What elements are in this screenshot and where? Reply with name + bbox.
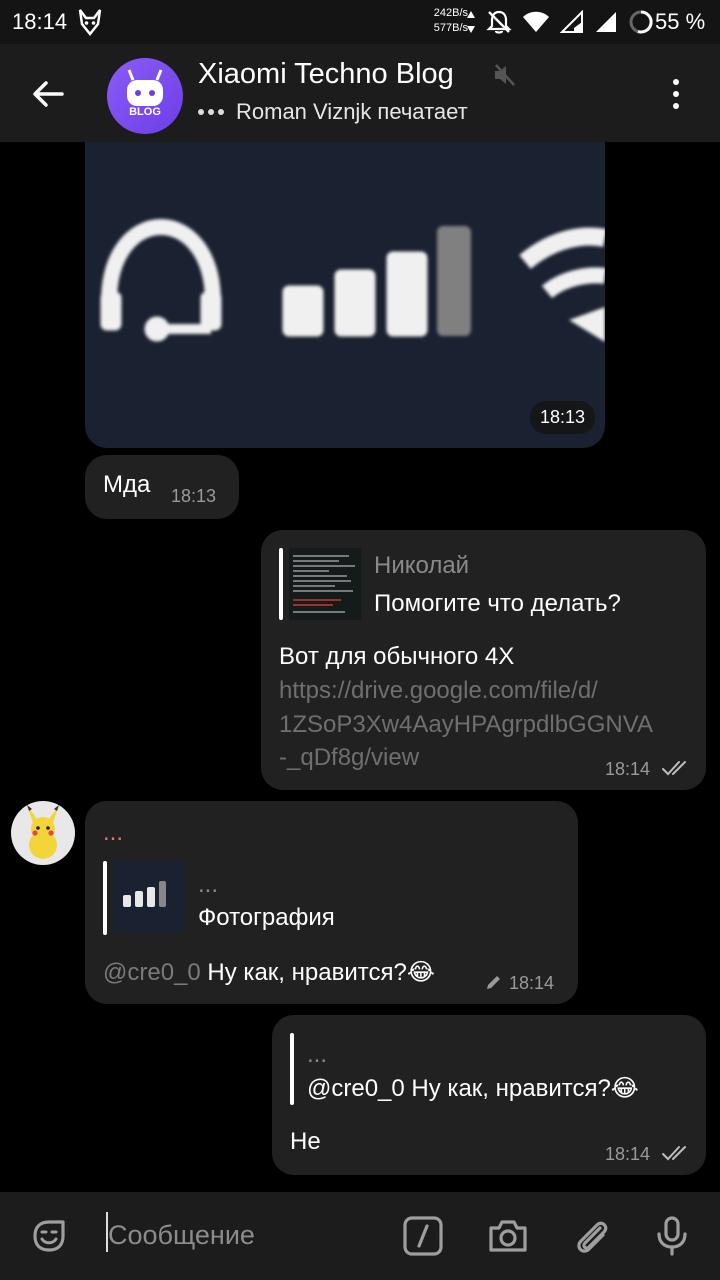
pikachu-avatar-icon bbox=[27, 805, 59, 859]
terminal-image bbox=[293, 555, 355, 613]
chat-header: BLOG Xiaomi Techno Blog Roman Viznjk печ… bbox=[0, 44, 720, 142]
status-icons bbox=[466, 8, 654, 36]
battery-ring-icon bbox=[629, 10, 653, 34]
photo-message[interactable]: 18:13 bbox=[85, 142, 605, 448]
photo-thumb-icon bbox=[123, 881, 166, 907]
reply-author: ... bbox=[198, 871, 219, 898]
avatar-label: BLOG bbox=[129, 106, 161, 118]
camera-icon[interactable] bbox=[486, 1214, 530, 1258]
typing-status: Roman Viznjk печатает bbox=[198, 99, 468, 125]
laughing-emoji: 😂 bbox=[610, 1075, 639, 1102]
message-time: 18:14 bbox=[605, 759, 651, 779]
message-outgoing-last[interactable]: ... @cre0_0 Ну как, нравится?😂 Не 18:14 bbox=[272, 1015, 706, 1175]
double-check-icon bbox=[662, 761, 686, 776]
pencil-icon bbox=[487, 976, 500, 989]
chat-title[interactable]: Xiaomi Techno Blog bbox=[198, 58, 454, 91]
battery-percent: 55 % bbox=[655, 9, 706, 34]
reply-quote-text: @cre0_0 Ну как, нравится? bbox=[307, 1075, 611, 1102]
message-outgoing-link[interactable]: Николай Помогите что делать? Вот для обы… bbox=[261, 530, 706, 790]
status-bar: 18:14 242B/s 577B/s 55 % bbox=[0, 0, 720, 44]
more-vert-icon[interactable] bbox=[664, 74, 688, 114]
reply-bar bbox=[290, 1033, 294, 1105]
reply-thumbnail bbox=[289, 548, 361, 620]
drive-link-3[interactable]: -_qDf8g/view bbox=[279, 744, 419, 772]
typing-text: Roman Viznjk печатает bbox=[236, 99, 468, 124]
photo-image bbox=[100, 219, 605, 342]
network-speed: 242B/s 577B/s bbox=[420, 6, 468, 36]
message-text: Не bbox=[290, 1128, 321, 1155]
mute-icon bbox=[495, 64, 515, 86]
message-time: 18:13 bbox=[171, 486, 217, 506]
sender-avatar[interactable] bbox=[11, 801, 75, 865]
bell-off-icon bbox=[486, 10, 512, 34]
message-input-bar bbox=[0, 1192, 720, 1280]
speed-down: 577B/s bbox=[433, 22, 468, 34]
message-mda[interactable]: Мда 18:13 bbox=[85, 455, 239, 519]
message-time: 18:14 bbox=[605, 1144, 651, 1164]
reply-bar bbox=[279, 548, 283, 620]
status-time: 18:14 bbox=[12, 9, 68, 34]
reply-author: Николай bbox=[374, 552, 470, 579]
message-input[interactable] bbox=[108, 1220, 388, 1251]
updown-arrows-icon bbox=[467, 11, 475, 33]
reply-text: @cre0_0 Ну как, нравится?😂 bbox=[307, 1074, 639, 1103]
message-text: Ну как, нравится? bbox=[207, 959, 407, 986]
typing-dots-icon bbox=[198, 109, 224, 115]
drive-link-2[interactable]: 1ZSoP3Xw4AayHPAgrpdlbGGNVA bbox=[279, 711, 653, 739]
laughing-emoji: 😂 bbox=[406, 959, 435, 986]
blog-logo-icon bbox=[127, 69, 163, 106]
back-arrow-icon[interactable] bbox=[28, 74, 68, 114]
reply-bar bbox=[103, 861, 107, 935]
wifi-icon bbox=[523, 11, 549, 32]
photo-time: 18:13 bbox=[529, 401, 595, 434]
reply-author: ... bbox=[307, 1041, 328, 1068]
mic-icon[interactable] bbox=[650, 1214, 694, 1258]
signal-icon bbox=[560, 10, 583, 33]
mention[interactable]: @cre0_0 bbox=[103, 959, 201, 986]
signal-icon-2 bbox=[596, 12, 616, 32]
message-text: Вот для обычного 4X bbox=[279, 643, 515, 670]
chat-avatar[interactable]: BLOG bbox=[107, 58, 183, 134]
attach-icon[interactable] bbox=[570, 1214, 614, 1258]
drive-link[interactable]: https://drive.google.com/file/d/ bbox=[279, 677, 598, 705]
reply-thumbnail bbox=[113, 861, 185, 933]
speed-up: 242B/s bbox=[433, 7, 468, 19]
fox-icon bbox=[78, 9, 102, 36]
reply-text: Фотография bbox=[198, 904, 335, 931]
reply-text: Помогите что делать? bbox=[374, 590, 621, 617]
message-time: 18:14 bbox=[509, 973, 555, 993]
message-body: @cre0_0 Ну как, нравится?😂 bbox=[103, 958, 435, 987]
sticker-icon[interactable] bbox=[27, 1214, 71, 1258]
double-check-icon bbox=[662, 1146, 686, 1161]
sender-name: ... bbox=[103, 819, 124, 846]
slash-command-icon[interactable] bbox=[401, 1214, 445, 1258]
message-text: Мда bbox=[103, 471, 151, 498]
message-incoming[interactable]: ... ... Фотография @cre0_0 Ну как, нрави… bbox=[85, 801, 578, 1004]
